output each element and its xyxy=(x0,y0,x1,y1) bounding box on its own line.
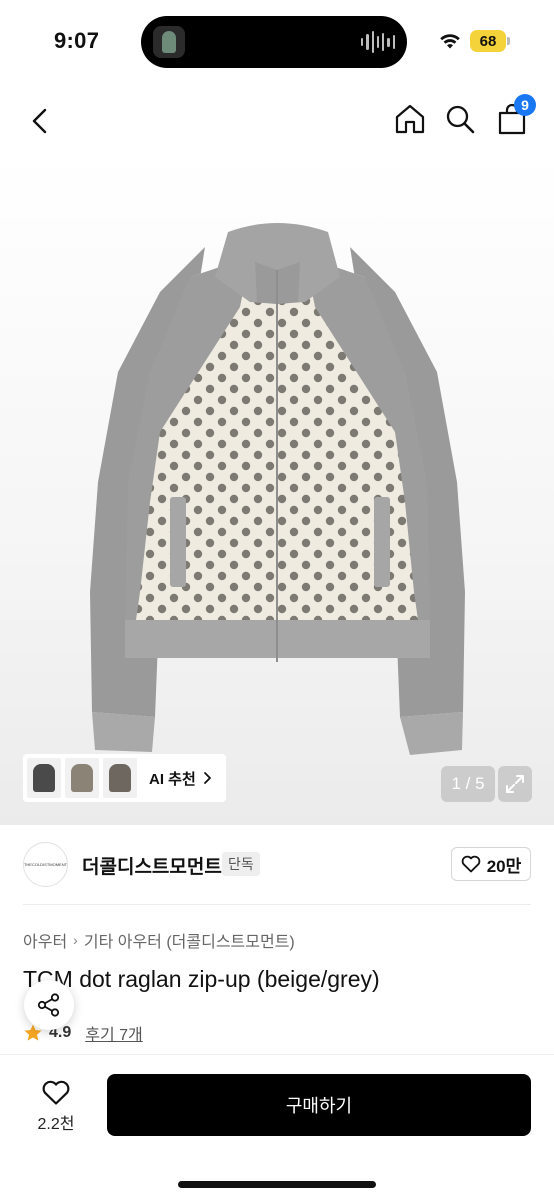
bottom-action-bar: 2.2천 구매하기 xyxy=(0,1054,554,1200)
share-icon xyxy=(37,993,60,1017)
expand-icon xyxy=(506,775,524,793)
recommend-thumbnail[interactable] xyxy=(27,758,61,798)
audio-waveform-icon xyxy=(361,30,395,54)
now-playing-artwork xyxy=(153,26,185,58)
wishlist-count: 2.2천 xyxy=(37,1116,75,1133)
heart-icon xyxy=(42,1080,70,1105)
brand-like-count: 20만 xyxy=(486,856,522,876)
dynamic-island[interactable] xyxy=(141,16,407,68)
breadcrumb-item[interactable]: 기타 아우터 (더콜디스트모먼트) xyxy=(84,928,295,952)
product-image-gallery[interactable]: AI 추천 1 / 5 xyxy=(0,152,554,825)
divider xyxy=(23,904,531,905)
back-button[interactable] xyxy=(24,104,58,138)
exclusive-badge: 단독 xyxy=(222,852,260,876)
wishlist-button[interactable]: 2.2천 xyxy=(24,1075,88,1139)
breadcrumb-item[interactable]: 아우터 xyxy=(23,928,67,952)
search-button[interactable] xyxy=(444,102,476,136)
image-page-indicator: 1 / 5 xyxy=(441,766,495,802)
expand-image-button[interactable] xyxy=(498,766,532,802)
product-photo xyxy=(90,223,465,755)
brand-like-button[interactable]: 20만 xyxy=(451,847,531,881)
share-button[interactable] xyxy=(24,980,74,1030)
recommend-thumbnail[interactable] xyxy=(103,758,137,798)
cart-button[interactable]: 9 xyxy=(496,94,536,136)
chevron-left-icon xyxy=(32,108,47,134)
status-bar: 9:07 68 xyxy=(0,0,554,80)
breadcrumb: 아우터 › 기타 아우터 (더콜디스트모먼트) xyxy=(23,928,295,952)
home-icon xyxy=(395,104,425,134)
search-icon xyxy=(446,105,475,134)
recommend-thumbnail[interactable] xyxy=(65,758,99,798)
brand-logo[interactable]: THECOLDISTMOMENT xyxy=(23,842,68,887)
chevron-right-icon xyxy=(203,772,211,784)
heart-icon xyxy=(461,855,481,873)
wifi-icon xyxy=(440,34,460,49)
ai-recommend-strip[interactable]: AI 추천 xyxy=(23,754,226,802)
brand-name[interactable]: 더콜디스트모먼트 xyxy=(82,852,222,879)
cart-count-badge: 9 xyxy=(514,94,536,116)
home-indicator[interactable] xyxy=(178,1181,376,1188)
status-time: 9:07 xyxy=(54,28,100,53)
battery-icon: 68 xyxy=(470,30,510,52)
reviews-link[interactable]: 후기 7개 xyxy=(85,1021,143,1045)
brand-row: THECOLDISTMOMENT 더콜디스트모먼트 단독 20만 xyxy=(0,833,554,897)
ai-recommend-label: AI 추천 xyxy=(149,770,196,788)
chevron-right-icon: › xyxy=(73,932,78,948)
home-button[interactable] xyxy=(394,102,426,136)
top-navigation: 9 xyxy=(0,92,554,152)
buy-button[interactable]: 구매하기 xyxy=(107,1074,531,1136)
ai-recommend-button[interactable]: AI 추천 xyxy=(141,768,222,789)
status-icons: 68 xyxy=(438,30,510,52)
product-title: TCM dot raglan zip-up (beige/grey) xyxy=(23,966,380,992)
